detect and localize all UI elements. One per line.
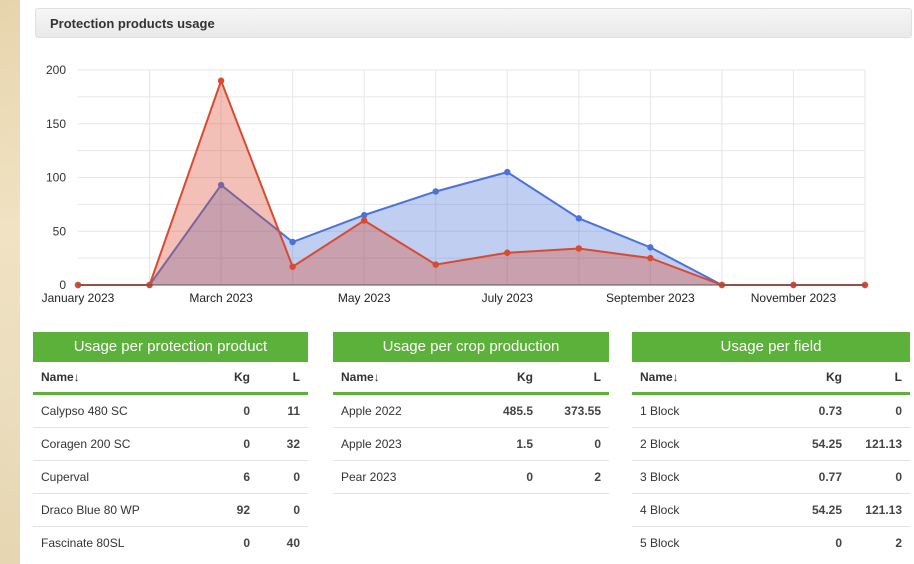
x-tick-label: March 2023	[189, 291, 253, 305]
cell-l: 40	[286, 536, 300, 550]
cell-name: Apple 2023	[341, 437, 402, 451]
y-tick-label: 100	[46, 171, 66, 185]
x-tick-label: July 2023	[482, 291, 534, 305]
data-point	[647, 254, 654, 262]
cell-name: Draco Blue 80 WP	[41, 503, 140, 517]
column-header-name[interactable]: Name↓	[33, 362, 180, 392]
table-row[interactable]: 3 Block 0.77 0	[632, 461, 910, 494]
cell-kg: 92	[236, 503, 250, 517]
data-point	[360, 217, 368, 224]
cell-kg: 6	[243, 470, 250, 484]
table-row[interactable]: Cuperval 6 0	[33, 461, 308, 494]
x-tick-label: January 2023	[42, 291, 115, 305]
cell-name: Calypso 480 SC	[41, 404, 128, 418]
data-point	[575, 215, 583, 222]
cell-l: 373.55	[564, 404, 601, 418]
cell-kg: 0	[243, 437, 250, 451]
cell-kg: 0	[526, 470, 533, 484]
cell-l: 121.13	[865, 437, 902, 451]
column-header-kg[interactable]: Kg	[463, 362, 533, 392]
y-tick-label: 0	[59, 278, 66, 292]
cell-name: 2 Block	[640, 437, 680, 451]
y-tick-label: 200	[46, 63, 66, 77]
table-protection-product: Usage per protection product Name↓ Kg L …	[33, 332, 308, 559]
table-row[interactable]: 2 Block 54.25 121.13	[632, 428, 910, 461]
table-row[interactable]: Coragen 200 SC 0 32	[33, 428, 308, 461]
cell-kg: 0.73	[818, 404, 842, 418]
cell-l: 32	[286, 437, 300, 451]
x-tick-label: May 2023	[338, 291, 391, 305]
x-tick-label: November 2023	[751, 291, 837, 305]
cell-l: 2	[594, 470, 601, 484]
cell-name: Coragen 200 SC	[41, 437, 131, 451]
cell-kg: 0	[243, 404, 250, 418]
cell-name: Fascinate 80SL	[41, 536, 125, 550]
table-row[interactable]: Draco Blue 80 WP 92 0	[33, 494, 308, 527]
cell-kg: 1.5	[516, 437, 533, 451]
data-point	[432, 188, 439, 195]
table-header-row: Name↓ Kg L	[632, 362, 910, 395]
x-tick-label: September 2023	[606, 291, 695, 305]
column-header-name[interactable]: Name↓	[333, 362, 463, 392]
cell-l: 0	[293, 503, 300, 517]
column-header-l[interactable]: L	[842, 362, 910, 392]
cell-l: 0	[293, 470, 300, 484]
cell-kg: 0	[243, 536, 250, 550]
table-row[interactable]: Fascinate 80SL 0 40	[33, 527, 308, 559]
data-point	[289, 263, 296, 270]
data-point	[217, 77, 225, 84]
cell-kg: 0.77	[818, 470, 842, 484]
usage-area-chart: 0 50 100 150 200 January 2023 March 2023 May 20…	[42, 63, 869, 305]
cell-kg: 54.25	[811, 437, 842, 451]
table-header-row: Name↓ Kg L	[33, 362, 308, 395]
column-header-kg[interactable]: Kg	[772, 362, 842, 392]
cell-kg: 485.5	[502, 404, 533, 418]
data-point	[504, 249, 511, 256]
cell-kg: 0	[835, 536, 842, 550]
table-row[interactable]: Pear 2023 0 2	[333, 461, 609, 494]
column-header-l[interactable]: L	[250, 362, 308, 392]
cell-l: 0	[895, 470, 902, 484]
data-point	[575, 245, 583, 252]
cell-l: 2	[895, 536, 902, 550]
table-row[interactable]: 4 Block 54.25 121.13	[632, 494, 910, 527]
cell-l: 11	[287, 404, 300, 418]
cell-name: 3 Block	[640, 470, 680, 484]
cell-l: 121.13	[865, 503, 902, 517]
table-row[interactable]: Calypso 480 SC 0 11	[33, 395, 308, 428]
y-tick-label: 150	[46, 117, 66, 131]
data-point	[432, 261, 439, 268]
cell-name: Pear 2023	[341, 470, 397, 484]
data-point	[504, 168, 511, 176]
panel-title: Protection products usage	[50, 16, 215, 31]
table-title: Usage per field	[632, 332, 910, 362]
panel-header: Protection products usage	[35, 8, 912, 38]
column-header-name[interactable]: Name↓	[632, 362, 772, 392]
cell-name: Apple 2022	[341, 404, 402, 418]
column-header-l[interactable]: L	[533, 362, 609, 392]
table-field: Usage per field Name↓ Kg L 1 Block 0.73 …	[632, 332, 910, 559]
cell-l: 0	[594, 437, 601, 451]
y-tick-label: 50	[53, 224, 67, 238]
cell-name: 4 Block	[640, 503, 680, 517]
cell-kg: 54.25	[811, 503, 842, 517]
table-title: Usage per protection product	[33, 332, 308, 362]
table-title: Usage per crop production	[333, 332, 609, 362]
cell-name: Cuperval	[41, 470, 90, 484]
table-row[interactable]: 1 Block 0.73 0	[632, 395, 910, 428]
data-point	[289, 238, 296, 246]
table-row[interactable]: 5 Block 0 2	[632, 527, 910, 559]
cell-name: 5 Block	[640, 536, 680, 550]
data-point	[647, 244, 654, 251]
table-row[interactable]: Apple 2022 485.5 373.55	[333, 395, 609, 428]
column-header-kg[interactable]: Kg	[180, 362, 250, 392]
table-header-row: Name↓ Kg L	[333, 362, 609, 395]
cell-name: 1 Block	[640, 404, 680, 418]
cell-l: 0	[895, 404, 902, 418]
table-crop-production: Usage per crop production Name↓ Kg L App…	[333, 332, 609, 494]
table-row[interactable]: Apple 2023 1.5 0	[333, 428, 609, 461]
